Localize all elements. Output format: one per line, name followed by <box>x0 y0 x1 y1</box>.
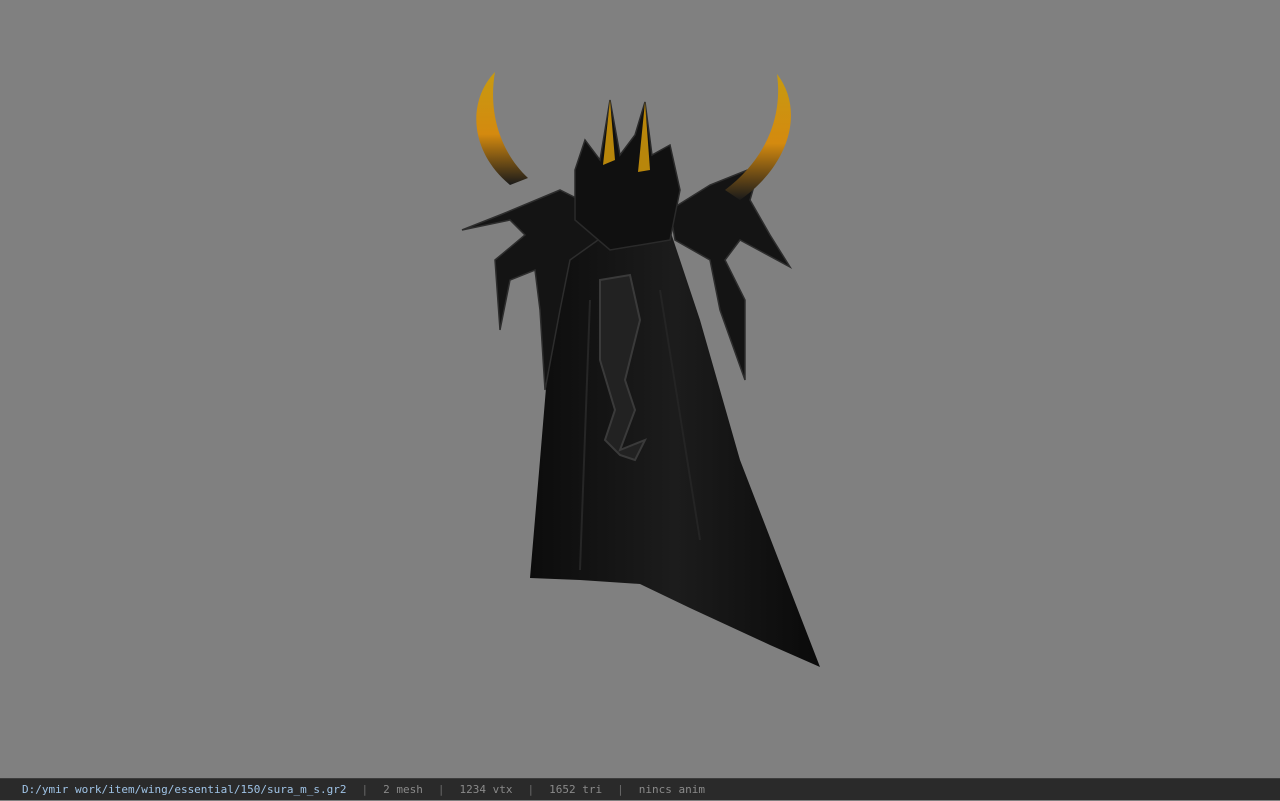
status-separator: | <box>437 783 445 796</box>
model-viewport[interactable] <box>0 0 1280 778</box>
head-crown <box>574 99 681 251</box>
cape-body <box>530 230 820 667</box>
vertex-count: 1234 vtx <box>459 783 513 796</box>
left-horn <box>476 72 528 185</box>
status-separator: | <box>361 783 369 796</box>
winged-cape-model <box>461 72 820 667</box>
status-separator: | <box>617 783 624 796</box>
animation-status: nincs anim <box>638 783 705 796</box>
triangle-count: 1652 tri <box>549 783 603 796</box>
mesh-count: 2 mesh <box>383 783 423 796</box>
file-path: D:/ymir work/item/wing/essential/150/sur… <box>22 783 347 796</box>
status-bar: D:/ymir work/item/wing/essential/150/sur… <box>0 778 1280 800</box>
status-separator: | <box>527 783 535 796</box>
